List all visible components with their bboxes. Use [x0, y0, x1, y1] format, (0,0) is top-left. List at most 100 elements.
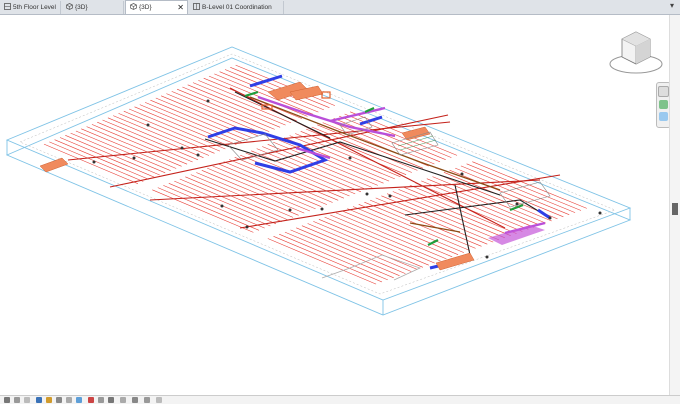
steering-wheel-icon[interactable]: [659, 100, 668, 109]
column-marker: [92, 160, 96, 164]
sprinkler-branch-line: [398, 189, 511, 236]
render-icon[interactable]: [56, 397, 62, 403]
tab-label: {3D}: [75, 4, 88, 11]
reveal-constraints-icon[interactable]: [144, 397, 150, 403]
steering-wheel-icon[interactable]: [658, 86, 669, 97]
sprinkler-branch-line: [157, 187, 260, 231]
tab-label: 5th Floor Level: [13, 4, 56, 11]
column-marker: [206, 99, 210, 103]
sprinkler-branch-line: [70, 132, 166, 174]
sprinkler-branch-line: [341, 210, 453, 258]
column-marker: [220, 204, 224, 208]
sprinkler-branch-line: [229, 159, 333, 203]
detail-level-icon[interactable]: [14, 397, 20, 403]
sprinkler-branch-line: [267, 144, 373, 188]
sprinkler-branch-line: [185, 176, 288, 220]
sprinkler-branch-line: [358, 204, 470, 251]
sprinkler-branch-line: [190, 174, 294, 218]
analytical-model-icon[interactable]: [120, 397, 126, 403]
scale-icon[interactable]: [4, 397, 10, 403]
vertical-scrollbar[interactable]: [669, 15, 680, 395]
lock-3d-icon[interactable]: [76, 397, 82, 403]
show-analysis-icon[interactable]: [156, 397, 162, 403]
column-marker: [348, 156, 352, 160]
sprinkler-branch-line: [113, 115, 210, 156]
tab-label: B-Level 01 Coordination: [202, 4, 272, 11]
sprinkler-branch-line: [311, 126, 418, 171]
column-marker: [388, 194, 392, 198]
sprinkler-branch-line: [347, 208, 459, 255]
sprinkler-branch-line: [306, 128, 412, 173]
tab-3d-view-active[interactable]: {3D} ✕: [125, 0, 188, 14]
purple-equipment-zone: [488, 225, 545, 245]
sprinkler-branch-line: [212, 165, 316, 210]
tab-5th-floor-level[interactable]: 5th Floor Level: [0, 1, 61, 14]
tab-label: {3D}: [139, 4, 152, 11]
highlight-displacement-icon[interactable]: [132, 397, 138, 403]
sprinkler-branch-line: [144, 102, 242, 143]
sprinkler-branch-line: [152, 189, 254, 233]
zoom-icon[interactable]: [659, 112, 668, 121]
sprinkler-branch-line: [295, 133, 401, 178]
scrollbar-thumb[interactable]: [672, 203, 678, 215]
tab-list-dropdown-icon[interactable]: ▾: [670, 1, 674, 10]
column-marker: [180, 146, 184, 150]
column-marker: [146, 123, 150, 127]
sprinkler-branch-line: [81, 128, 177, 169]
3d-model-viewport[interactable]: [0, 15, 670, 395]
view-tab-bar: 5th Floor Level {3D} {3D} ✕ B-Level 01 C…: [0, 0, 680, 15]
sprinkler-branch-line: [455, 167, 570, 215]
column-marker: [365, 192, 369, 196]
column-marker: [485, 255, 489, 259]
visual-style-icon[interactable]: [24, 397, 30, 403]
sun-path-icon[interactable]: [36, 397, 42, 403]
sprinkler-branch-line: [123, 110, 221, 152]
column-marker: [320, 207, 324, 211]
sprinkler-branch-line: [278, 139, 384, 184]
3d-view-icon: [130, 2, 137, 10]
sprinkler-branch-line: [176, 88, 275, 130]
sprinkler-branch-line: [163, 185, 265, 229]
sprinkler-main-pipes: [67, 87, 561, 229]
sprinkler-branch-line: [128, 108, 226, 150]
column-marker: [132, 156, 136, 160]
sprinkler-branch-line: [307, 223, 418, 270]
sprinkler-branch-line: [344, 113, 452, 158]
sprinkler-branch-line: [155, 97, 253, 139]
sprinkler-branch-line: [196, 172, 299, 216]
sprinkler-branch-line: [381, 195, 494, 243]
column-marker: [548, 216, 552, 220]
sprinkler-branch-line: [256, 148, 362, 193]
column-marker: [598, 211, 602, 215]
shadows-icon[interactable]: [46, 397, 52, 403]
sprinkler-branch-line: [166, 93, 264, 135]
sprinkler-branch-lines: [43, 64, 587, 285]
sprinkler-branch-line: [86, 126, 182, 167]
crop-view-icon[interactable]: [66, 397, 72, 403]
sprinkler-branch-line: [91, 124, 188, 165]
column-marker: [288, 208, 292, 212]
floor-plan-icon: [193, 2, 200, 10]
orange-ductwork: [39, 81, 475, 271]
sprinkler-branch-line: [330, 214, 441, 262]
temporary-hide-icon[interactable]: [88, 397, 94, 403]
sprinkler-branch-line: [168, 183, 271, 227]
sprinkler-branch-line: [335, 212, 447, 260]
sprinkler-branch-line: [59, 137, 155, 178]
sprinkler-branch-line: [234, 157, 339, 201]
viewcube[interactable]: [605, 28, 667, 78]
green-piping: [244, 90, 524, 246]
sprinkler-branch-line: [375, 197, 488, 245]
reveal-hidden-icon[interactable]: [98, 397, 104, 403]
floor-plan-icon: [4, 2, 11, 10]
sprinkler-branch-line: [251, 150, 356, 195]
column-marker: [245, 225, 249, 229]
model-drawing: [5, 46, 632, 316]
close-tab-icon[interactable]: ✕: [177, 1, 184, 14]
tab-b-level-01-coordination[interactable]: B-Level 01 Coordination: [189, 1, 284, 14]
sprinkler-branch-line: [327, 120, 435, 165]
column-marker: [196, 153, 200, 157]
tab-3d-view[interactable]: {3D}: [62, 1, 124, 14]
sprinkler-branch-line: [171, 91, 270, 132]
worksharing-display-icon[interactable]: [108, 397, 114, 403]
